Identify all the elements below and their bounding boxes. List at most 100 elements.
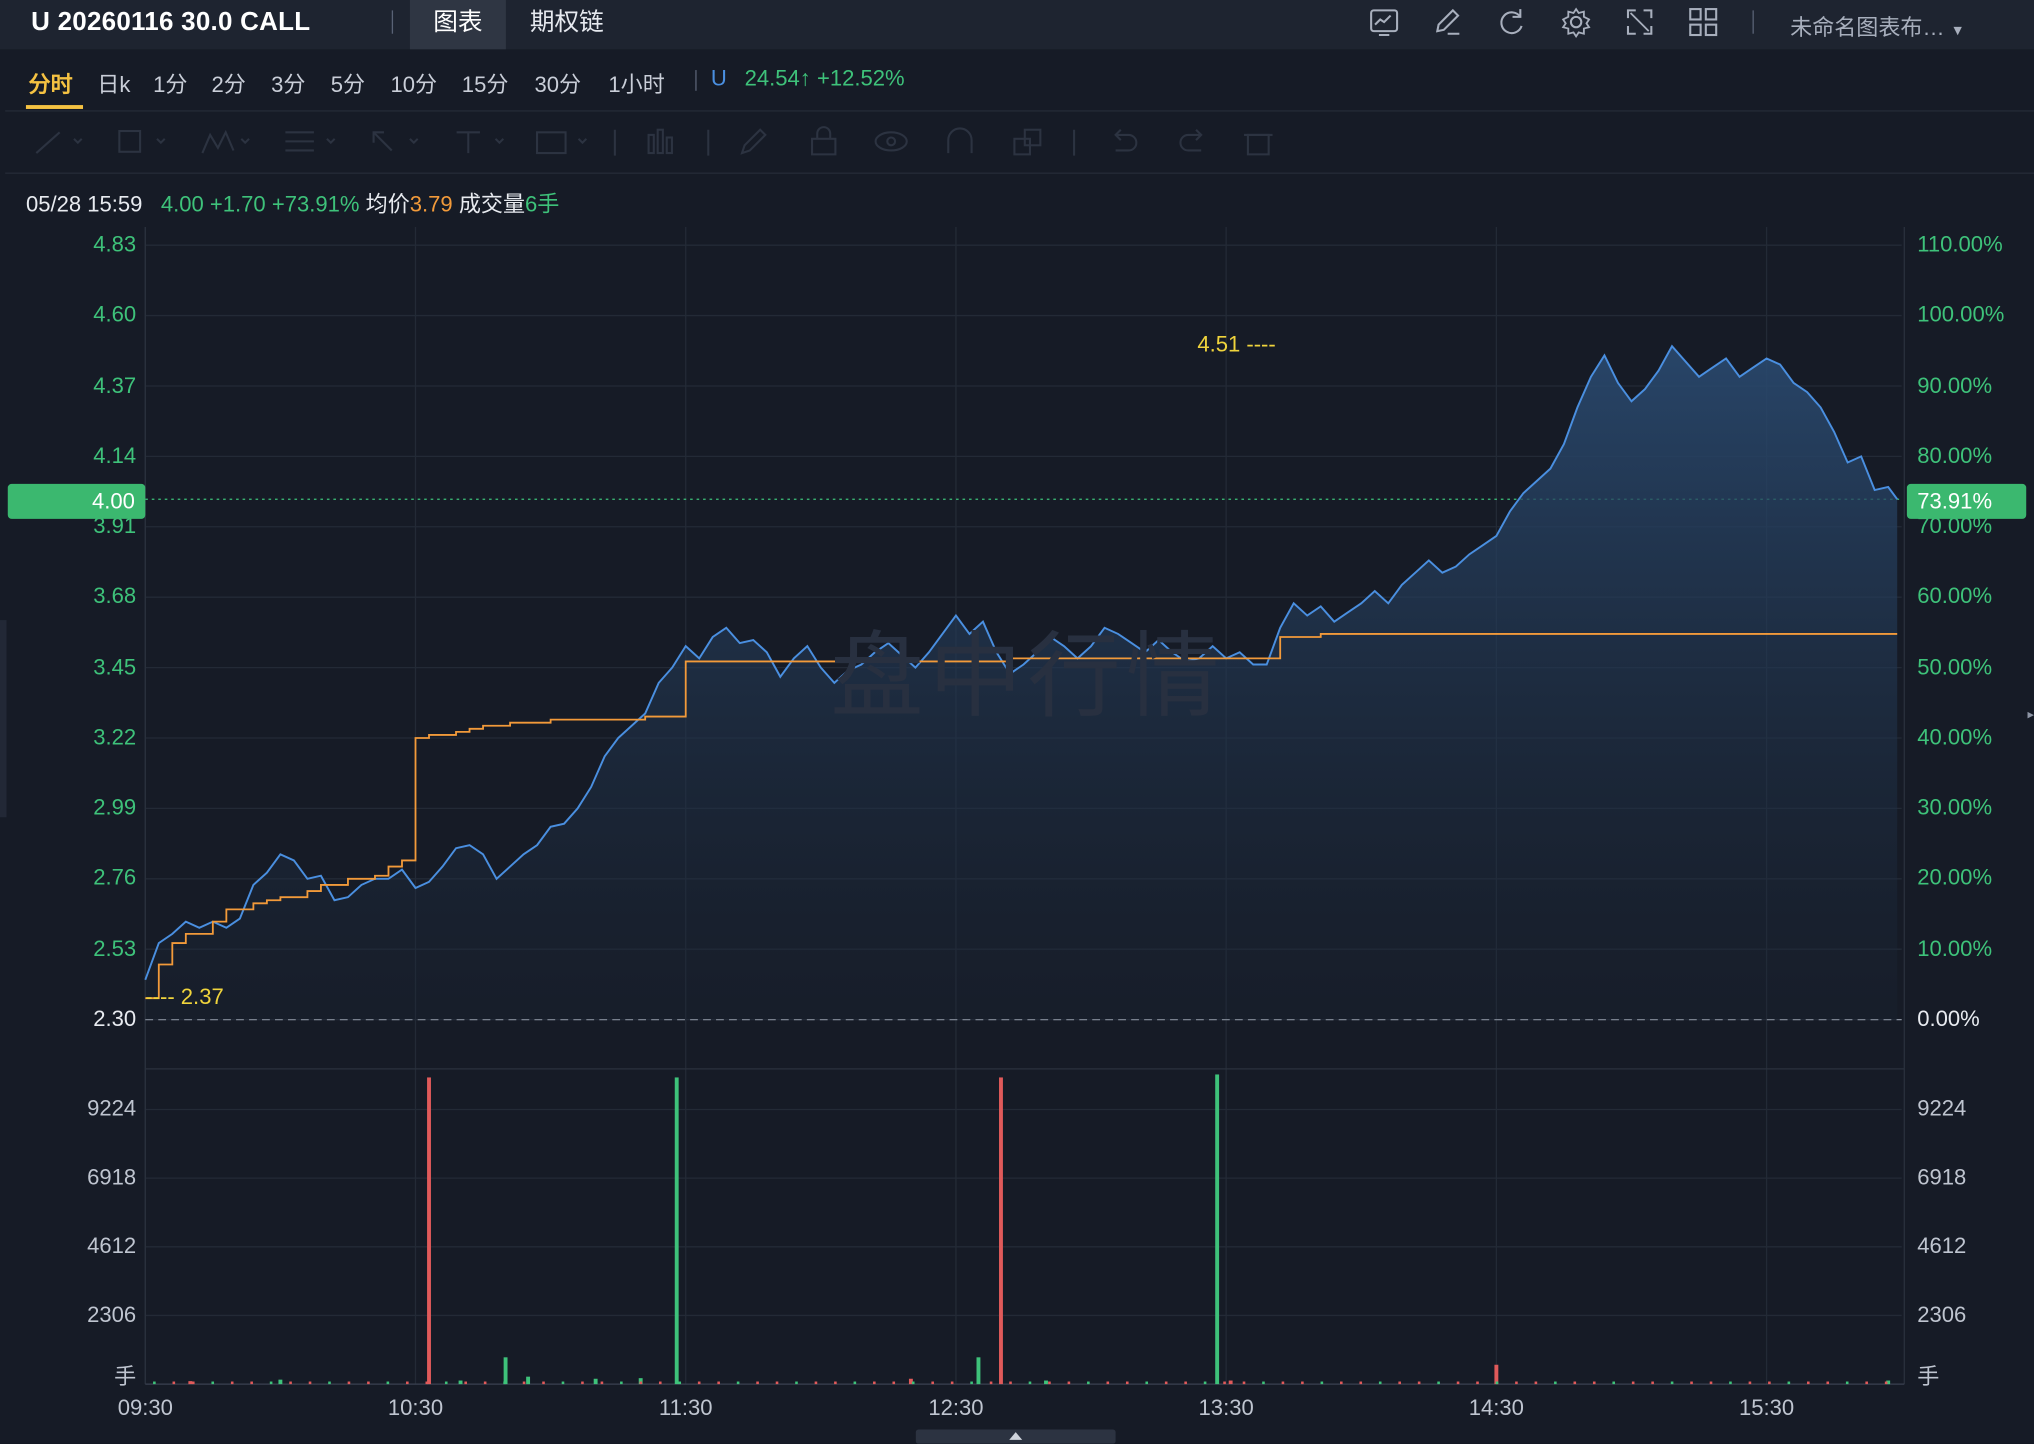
volume-tick-label: 2306 — [1917, 1302, 1967, 1328]
current-price-badge: 4.00 — [7, 483, 146, 519]
volume-bar — [1806, 1381, 1810, 1385]
volume-bar — [658, 1381, 662, 1385]
volume-bar — [278, 1379, 283, 1385]
volume-bar — [620, 1381, 623, 1385]
volume-tick-label: 9224 — [1917, 1096, 1967, 1122]
volume-tick-label: 2306 — [87, 1302, 137, 1328]
volume-bar — [950, 1381, 954, 1385]
volume-bar — [386, 1381, 390, 1385]
pct-tick-label: 40.00% — [1917, 725, 1993, 750]
volume-bar — [756, 1381, 759, 1385]
price-tick-label: 4.37 — [93, 372, 137, 398]
pct-tick-label: 110.00% — [1917, 232, 2003, 257]
volume-bar — [775, 1381, 779, 1385]
time-tick-label: 09:30 — [117, 1395, 173, 1421]
pct-tick-label: 60.00% — [1917, 584, 1993, 609]
volume-bar — [853, 1381, 857, 1385]
volume-bar — [1612, 1381, 1616, 1385]
volume-bar — [1164, 1381, 1168, 1385]
volume-bar — [1709, 1381, 1713, 1385]
volume-bar — [328, 1381, 331, 1385]
price-tick-label: 2.53 — [93, 936, 137, 961]
volume-tick-label: 4612 — [1917, 1233, 1967, 1259]
volume-bars — [153, 1074, 1891, 1385]
volume-bar — [1495, 1381, 1499, 1385]
watermark: 盘中行情 — [830, 625, 1225, 730]
volume-bar — [1184, 1381, 1187, 1385]
price-tick-label: 3.45 — [93, 654, 137, 680]
volume-bar — [347, 1381, 351, 1385]
volume-bar — [678, 1381, 682, 1385]
chevron-up-icon[interactable] — [1009, 1432, 1023, 1440]
volume-bar — [717, 1381, 720, 1385]
volume-bar — [1009, 1381, 1012, 1385]
volume-bar — [1067, 1381, 1071, 1385]
volume-bar — [211, 1381, 215, 1385]
pct-tick-label: 90.00% — [1917, 372, 1993, 398]
volume-bar — [1476, 1381, 1479, 1385]
volume-bar — [1106, 1381, 1110, 1385]
volume-bar — [444, 1381, 448, 1385]
volume-bar — [1690, 1381, 1693, 1385]
volume-tick-label: 手 — [1917, 1364, 1940, 1390]
volume-bar — [503, 1357, 508, 1385]
volume-bar — [1554, 1381, 1557, 1385]
volume-bar — [269, 1381, 273, 1385]
volume-bar — [1028, 1381, 1032, 1385]
volume-bar — [1145, 1381, 1149, 1385]
volume-bar — [561, 1381, 565, 1385]
volume-bar — [1670, 1381, 1674, 1385]
volume-bar — [308, 1381, 312, 1385]
left-panel-handle[interactable] — [0, 620, 7, 818]
volume-bar — [1215, 1074, 1220, 1385]
volume-bar — [1301, 1381, 1304, 1385]
volume-bar — [892, 1381, 896, 1385]
volume-bar — [367, 1381, 370, 1385]
volume-bar — [230, 1381, 234, 1385]
volume-bar — [542, 1381, 545, 1385]
volume-bar — [1223, 1381, 1226, 1385]
volume-bar — [1573, 1381, 1577, 1385]
price-tick-label: 2.76 — [93, 865, 137, 891]
volume-bar — [970, 1381, 973, 1385]
volume-bar — [736, 1381, 740, 1385]
price-tick-label: 3.68 — [93, 584, 137, 609]
volume-bar — [1262, 1381, 1265, 1385]
low-annotation: ---- 2.37 — [145, 984, 224, 1010]
pct-tick-label: 20.00% — [1917, 865, 1993, 891]
volume-tick-label: 6918 — [1917, 1165, 1967, 1190]
pct-tick-label: 0.00% — [1917, 1006, 1980, 1032]
volume-bar — [153, 1381, 156, 1385]
volume-bar — [1845, 1381, 1849, 1385]
volume-bar — [999, 1077, 1003, 1385]
volume-bar — [873, 1381, 876, 1385]
price-tick-label: 3.22 — [93, 725, 137, 750]
volume-tick-label: 4612 — [87, 1233, 137, 1259]
volume-bar — [1729, 1381, 1732, 1385]
volume-bar — [1768, 1381, 1771, 1385]
high-annotation: 4.51 ---- — [1197, 332, 1276, 357]
volume-bar — [406, 1381, 409, 1385]
volume-bar — [1884, 1381, 1888, 1385]
volume-bar — [1865, 1381, 1868, 1385]
price-tick-label: 4.60 — [93, 302, 137, 328]
volume-bar — [1398, 1381, 1401, 1385]
volume-bar — [814, 1381, 818, 1385]
pct-tick-label: 100.00% — [1917, 302, 2005, 328]
volume-bar — [1044, 1380, 1048, 1385]
right-panel-handle[interactable]: ▸ — [2028, 708, 2034, 726]
time-tick-label: 13:30 — [1198, 1395, 1254, 1421]
volume-bar — [834, 1381, 837, 1385]
volume-bar — [1087, 1381, 1090, 1385]
volume-bar — [1378, 1381, 1382, 1385]
volume-bar — [1787, 1381, 1791, 1385]
volume-bar — [976, 1357, 981, 1385]
volume-bar — [1826, 1381, 1830, 1385]
volume-bar — [1340, 1381, 1343, 1385]
volume-bar — [1515, 1381, 1518, 1385]
volume-bar — [1437, 1381, 1440, 1385]
current-pct-badge: 73.91% — [1906, 483, 2027, 519]
volume-bar — [427, 1077, 431, 1385]
volume-bar — [464, 1381, 467, 1385]
pct-tick-label: 30.00% — [1917, 795, 1993, 821]
